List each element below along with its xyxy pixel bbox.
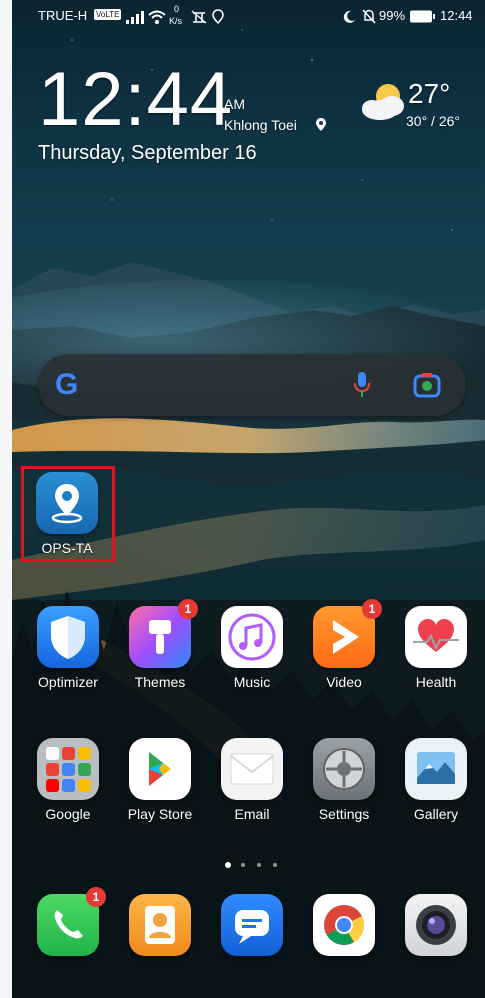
chrome-icon	[313, 894, 375, 956]
app-label: Music	[233, 674, 271, 690]
app-email[interactable]: Email	[206, 738, 298, 822]
page-dot[interactable]	[273, 863, 277, 867]
volte-badge: VoLTE	[94, 9, 122, 20]
moon-icon	[343, 10, 355, 23]
net-speed-unit: K/s	[169, 16, 183, 26]
app-settings[interactable]: Settings	[298, 738, 390, 822]
weather-temp: 27°	[408, 78, 451, 109]
envelope-icon	[221, 738, 283, 800]
app-themes[interactable]: 1 Themes	[114, 599, 206, 690]
camera-icon	[405, 894, 467, 956]
status-time: 12:44	[440, 8, 473, 23]
app-label: Play Store	[127, 806, 193, 822]
wifi-icon	[148, 10, 166, 24]
page-dot-active[interactable]	[225, 862, 231, 868]
clock-time[interactable]: 12:44	[38, 62, 233, 138]
net-speed-value: 0	[174, 4, 180, 14]
dock-messages[interactable]	[206, 894, 298, 956]
location-pin-icon	[316, 118, 326, 131]
google-search-bar[interactable]	[38, 354, 466, 416]
dock-camera[interactable]	[390, 894, 482, 956]
messages-icon	[221, 894, 283, 956]
lens-camera-icon[interactable]	[413, 371, 441, 399]
app-video[interactable]: 1 Video	[298, 599, 390, 690]
dock-chrome[interactable]	[298, 894, 390, 956]
clock-date: Thursday, September 16	[38, 142, 257, 164]
home-screen: TRUE-H VoLTE 0 K/s 99% 12:44 12:44 AM Kh…	[12, 0, 485, 998]
clock-ampm: AM	[224, 96, 245, 112]
landscape-icon	[405, 738, 467, 800]
app-label: Themes	[134, 674, 186, 690]
location-status-icon	[212, 9, 224, 24]
play-store-icon	[129, 738, 191, 800]
app-label: Gallery	[413, 806, 459, 822]
dock-contacts[interactable]	[114, 894, 206, 956]
notification-badge: 1	[362, 599, 382, 619]
highlight-box	[21, 466, 115, 562]
app-play-store[interactable]: Play Store	[114, 738, 206, 822]
app-optimizer[interactable]: Optimizer	[22, 606, 114, 690]
page-dot[interactable]	[257, 863, 261, 867]
heart-icon	[405, 606, 467, 668]
app-health[interactable]: Health	[390, 606, 482, 690]
app-music[interactable]: Music	[206, 606, 298, 690]
gear-icon	[313, 738, 375, 800]
app-gallery[interactable]: Gallery	[390, 738, 482, 822]
signal-icon	[126, 11, 144, 24]
google-logo: G	[55, 368, 79, 401]
notification-badge: 1	[178, 599, 198, 619]
google-folder-icon	[37, 738, 99, 800]
app-label: Optimizer	[38, 674, 98, 690]
battery-icon	[410, 10, 435, 23]
partly-cloudy-icon[interactable]	[358, 80, 410, 124]
notification-badge: 1	[86, 887, 106, 907]
app-label: Health	[415, 674, 457, 690]
no-sim-icon	[191, 10, 207, 24]
shield-icon	[37, 606, 99, 668]
dock-phone[interactable]: 1	[22, 887, 114, 956]
battery-percent: 99%	[379, 8, 406, 23]
music-note-icon	[221, 606, 283, 668]
carrier-name: TRUE-H	[38, 8, 88, 23]
app-label: Email	[234, 806, 270, 822]
app-label: Video	[326, 674, 362, 690]
app-label: Google	[45, 806, 91, 822]
weather-range: 30° / 26°	[406, 113, 461, 129]
clock-location: Khlong Toei	[224, 117, 297, 133]
microphone-icon[interactable]	[353, 370, 371, 400]
page-dot[interactable]	[241, 863, 245, 867]
app-label: Settings	[318, 806, 370, 822]
app-google-folder[interactable]: Google	[22, 738, 114, 822]
contacts-icon	[129, 894, 191, 956]
mute-bell-icon	[362, 9, 376, 24]
